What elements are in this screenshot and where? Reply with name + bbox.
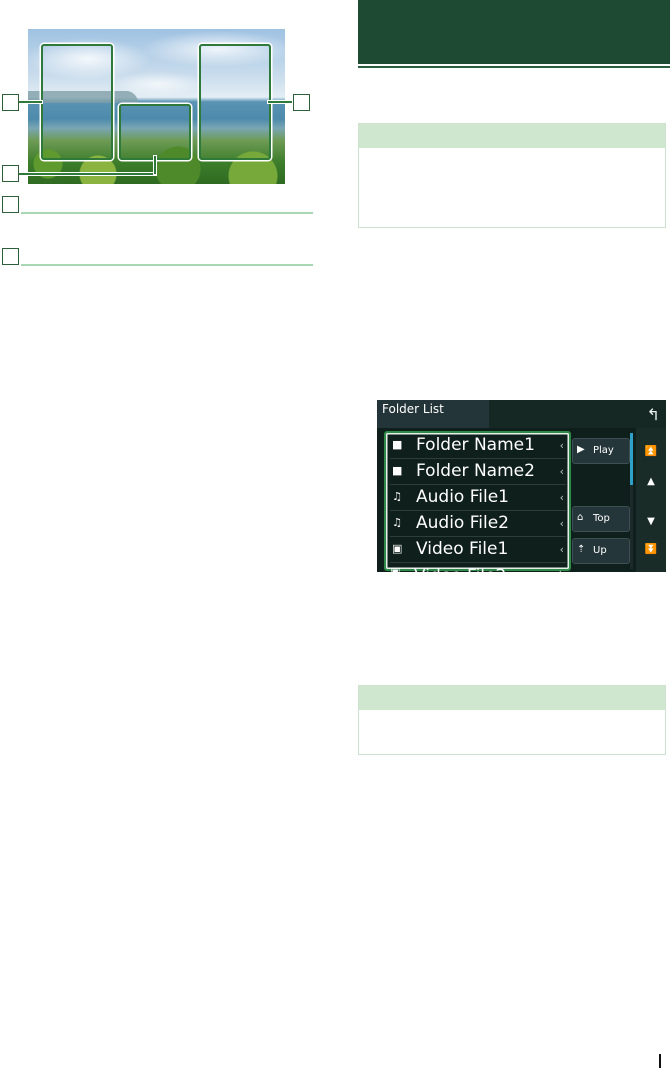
- right-callout-line: [268, 101, 292, 103]
- chevron-left-icon: ‹: [558, 560, 562, 572]
- left-touch-area-frame[interactable]: [41, 44, 113, 160]
- page-up-icon[interactable]: ▲: [636, 472, 666, 492]
- bottom-callout-number-box: [2, 165, 19, 182]
- video-file-icon: ▣: [390, 565, 401, 573]
- list-item-label: Video File1: [416, 539, 509, 559]
- chevron-left-icon: ‹: [559, 439, 564, 452]
- play-icon: ▶: [577, 444, 585, 455]
- right-callout-number-box: [293, 94, 310, 111]
- top-button-label: Top: [593, 513, 610, 524]
- top-button[interactable]: ⌂ Top: [572, 506, 630, 532]
- folder-up-icon: ⇡: [577, 544, 586, 555]
- section-header-block: [358, 0, 670, 64]
- return-arrow-icon[interactable]: ↰: [647, 405, 660, 424]
- list-item-label: Folder Name2: [416, 461, 535, 481]
- play-button-label: Play: [593, 445, 614, 456]
- note-box-2: [358, 685, 666, 755]
- bottom-callout-connector: [154, 156, 156, 174]
- left-callout-number-box: [2, 94, 19, 111]
- up-button-label: Up: [593, 545, 607, 556]
- list-item-audio-file2[interactable]: ♫ Audio File2 ‹: [390, 511, 566, 537]
- skip-to-top-icon[interactable]: ⏫: [636, 442, 666, 462]
- skip-to-bottom-icon[interactable]: ⏬: [636, 540, 666, 560]
- play-button[interactable]: ▶ Play: [572, 438, 630, 464]
- note-box-1-header: [359, 124, 665, 148]
- list-item-label: Audio File2: [416, 513, 509, 533]
- item1-rule: [21, 212, 313, 214]
- list-item-label: Audio File1: [416, 487, 509, 507]
- music-note-icon: ♫: [392, 490, 402, 503]
- list-item-video-file2[interactable]: ▣ Video File2 ‹: [388, 560, 564, 573]
- folder-icon: ■: [392, 464, 403, 477]
- bottom-callout-line: [18, 173, 156, 175]
- right-touch-area-frame[interactable]: [199, 44, 271, 160]
- up-button[interactable]: ⇡ Up: [572, 538, 630, 564]
- folder-top-icon: ⌂: [577, 512, 584, 523]
- folder-list: ■ Folder Name1 ‹ ■ Folder Name2 ‹ ♫ Audi…: [384, 431, 571, 571]
- note-box-1: [358, 123, 666, 228]
- screen-title: Folder List: [382, 402, 444, 416]
- list-item-label: Video File2: [414, 564, 506, 572]
- note-box-2-header: [359, 686, 665, 710]
- list-item-folder-name2[interactable]: ■ Folder Name2 ‹: [390, 459, 566, 485]
- left-callout-line: [18, 101, 42, 103]
- list-item-folder-name1[interactable]: ■ Folder Name1 ‹: [390, 433, 566, 459]
- music-note-icon: ♫: [392, 516, 402, 529]
- item2-rule: [21, 264, 313, 266]
- section-header-rule: [358, 66, 670, 68]
- chevron-left-icon: ‹: [559, 517, 564, 530]
- folder-icon: ■: [392, 438, 403, 451]
- chevron-left-icon: ‹: [559, 491, 564, 504]
- chevron-left-icon: ‹: [559, 465, 564, 478]
- item1-number-box: [2, 196, 19, 213]
- center-touch-area-frame[interactable]: [119, 104, 191, 160]
- folder-list-screen: Folder List ↰ ■ Folder Name1 ‹ ■ Folder …: [377, 400, 666, 572]
- list-item-label: Folder Name1: [416, 435, 535, 455]
- list-scrollbar[interactable]: [630, 433, 633, 569]
- page-nav-column: ⏫ ▲ ▼ ⏬: [636, 428, 666, 572]
- page-edge-marker: [659, 1054, 661, 1068]
- list-item-audio-file1[interactable]: ♫ Audio File1 ‹: [390, 485, 566, 511]
- video-file-icon: ▣: [392, 542, 403, 555]
- item2-number-box: [2, 248, 19, 265]
- page-down-icon[interactable]: ▼: [636, 512, 666, 532]
- scrollbar-thumb[interactable]: [630, 433, 633, 485]
- chevron-left-icon: ‹: [559, 543, 564, 556]
